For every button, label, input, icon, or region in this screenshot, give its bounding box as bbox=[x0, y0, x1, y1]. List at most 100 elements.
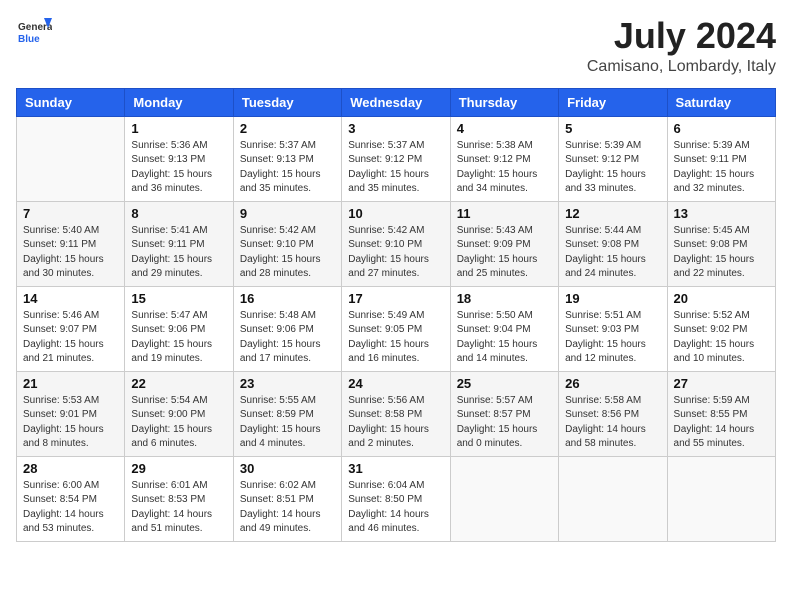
day-number: 8 bbox=[131, 206, 226, 221]
day-number: 19 bbox=[565, 291, 660, 306]
svg-text:Blue: Blue bbox=[18, 34, 40, 45]
day-number: 17 bbox=[348, 291, 443, 306]
day-number: 11 bbox=[457, 206, 552, 221]
weekday-header-sunday: Sunday bbox=[17, 88, 125, 116]
day-cell: 20 Sunrise: 5:52 AM Sunset: 9:02 PM Dayli… bbox=[667, 286, 775, 371]
week-row-3: 14Sunrise: 5:46 AM Sunset: 9:07 PM Dayli… bbox=[17, 286, 776, 371]
day-cell: 1Sunrise: 5:36 AM Sunset: 9:13 PM Daylig… bbox=[125, 116, 233, 201]
day-cell: 25Sunrise: 5:57 AM Sunset: 8:57 PM Dayli… bbox=[450, 371, 558, 456]
day-number: 7 bbox=[23, 206, 118, 221]
logo-container: General Blue bbox=[16, 16, 52, 52]
weekday-header-wednesday: Wednesday bbox=[342, 88, 450, 116]
day-number: 2 bbox=[240, 121, 335, 136]
day-info: Sunrise: 6:02 AM Sunset: 8:51 PM Dayligh… bbox=[240, 479, 335, 537]
weekday-header-tuesday: Tuesday bbox=[233, 88, 341, 116]
day-info: Sunrise: 5:57 AM Sunset: 8:57 PM Dayligh… bbox=[457, 394, 552, 452]
day-cell: 15 Sunrise: 5:47 AM Sunset: 9:06 PM Dayli… bbox=[125, 286, 233, 371]
day-number: 29 bbox=[131, 461, 226, 476]
day-number: 6 bbox=[674, 121, 769, 136]
week-row-2: 7 Sunrise: 5:40 AM Sunset: 9:11 PM Daylig… bbox=[17, 201, 776, 286]
day-cell: 27 Sunrise: 5:59 AM Sunset: 8:55 PM Dayli… bbox=[667, 371, 775, 456]
day-cell: 11 Sunrise: 5:43 AM Sunset: 9:09 PM Dayli… bbox=[450, 201, 558, 286]
day-info: Sunrise: 6:00 AM Sunset: 8:54 PM Dayligh… bbox=[23, 479, 118, 537]
day-number: 18 bbox=[457, 291, 552, 306]
day-cell: 18 Sunrise: 5:50 AM Sunset: 9:04 PM Dayli… bbox=[450, 286, 558, 371]
day-number: 15 bbox=[131, 291, 226, 306]
day-number: 24 bbox=[348, 376, 443, 391]
day-info: Sunrise: 5:48 AM Sunset: 9:06 PM Dayligh… bbox=[240, 309, 335, 367]
day-number: 10 bbox=[348, 206, 443, 221]
day-cell: 12 Sunrise: 5:44 AM Sunset: 9:08 PM Dayli… bbox=[559, 201, 667, 286]
logo: General Blue bbox=[16, 16, 52, 52]
day-info: Sunrise: 5:47 AM Sunset: 9:06 PM Dayligh… bbox=[131, 309, 226, 367]
logo-icon: General Blue bbox=[16, 16, 52, 52]
day-cell: 14Sunrise: 5:46 AM Sunset: 9:07 PM Dayli… bbox=[17, 286, 125, 371]
day-info: Sunrise: 5:55 AM Sunset: 8:59 PM Dayligh… bbox=[240, 394, 335, 452]
weekday-header-monday: Monday bbox=[125, 88, 233, 116]
day-number: 28 bbox=[23, 461, 118, 476]
day-cell: 8 Sunrise: 5:41 AM Sunset: 9:11 PM Daylig… bbox=[125, 201, 233, 286]
day-cell: 21 Sunrise: 5:53 AM Sunset: 9:01 PM Dayli… bbox=[17, 371, 125, 456]
day-number: 13 bbox=[674, 206, 769, 221]
weekday-header-saturday: Saturday bbox=[667, 88, 775, 116]
week-row-4: 21 Sunrise: 5:53 AM Sunset: 9:01 PM Dayli… bbox=[17, 371, 776, 456]
day-info: Sunrise: 5:36 AM Sunset: 9:13 PM Dayligh… bbox=[131, 139, 226, 197]
day-info: Sunrise: 5:59 AM Sunset: 8:55 PM Dayligh… bbox=[674, 394, 769, 452]
day-info: Sunrise: 5:50 AM Sunset: 9:04 PM Dayligh… bbox=[457, 309, 552, 367]
day-cell: 2 Sunrise: 5:37 AM Sunset: 9:13 PM Daylig… bbox=[233, 116, 341, 201]
day-info: Sunrise: 5:46 AM Sunset: 9:07 PM Dayligh… bbox=[23, 309, 118, 367]
day-info: Sunrise: 6:01 AM Sunset: 8:53 PM Dayligh… bbox=[131, 479, 226, 537]
day-info: Sunrise: 5:42 AM Sunset: 9:10 PM Dayligh… bbox=[240, 224, 335, 282]
day-number: 22 bbox=[131, 376, 226, 391]
day-cell bbox=[559, 456, 667, 541]
day-cell: 19 Sunrise: 5:51 AM Sunset: 9:03 PM Dayli… bbox=[559, 286, 667, 371]
day-cell: 23 Sunrise: 5:55 AM Sunset: 8:59 PM Dayli… bbox=[233, 371, 341, 456]
weekday-header-thursday: Thursday bbox=[450, 88, 558, 116]
location-subtitle: Camisano, Lombardy, Italy bbox=[587, 58, 776, 76]
day-info: Sunrise: 5:42 AM Sunset: 9:10 PM Dayligh… bbox=[348, 224, 443, 282]
day-number: 12 bbox=[565, 206, 660, 221]
day-cell: 6 Sunrise: 5:39 AM Sunset: 9:11 PM Daylig… bbox=[667, 116, 775, 201]
day-info: Sunrise: 5:41 AM Sunset: 9:11 PM Dayligh… bbox=[131, 224, 226, 282]
day-info: Sunrise: 5:52 AM Sunset: 9:02 PM Dayligh… bbox=[674, 309, 769, 367]
day-info: Sunrise: 6:04 AM Sunset: 8:50 PM Dayligh… bbox=[348, 479, 443, 537]
calendar-table: SundayMondayTuesdayWednesdayThursdayFrid… bbox=[16, 88, 776, 542]
day-info: Sunrise: 5:37 AM Sunset: 9:13 PM Dayligh… bbox=[240, 139, 335, 197]
day-info: Sunrise: 5:53 AM Sunset: 9:01 PM Dayligh… bbox=[23, 394, 118, 452]
day-info: Sunrise: 5:39 AM Sunset: 9:11 PM Dayligh… bbox=[674, 139, 769, 197]
day-info: Sunrise: 5:45 AM Sunset: 9:08 PM Dayligh… bbox=[674, 224, 769, 282]
day-cell: 28 Sunrise: 6:00 AM Sunset: 8:54 PM Dayli… bbox=[17, 456, 125, 541]
day-info: Sunrise: 5:43 AM Sunset: 9:09 PM Dayligh… bbox=[457, 224, 552, 282]
day-cell: 22Sunrise: 5:54 AM Sunset: 9:00 PM Dayli… bbox=[125, 371, 233, 456]
day-info: Sunrise: 5:39 AM Sunset: 9:12 PM Dayligh… bbox=[565, 139, 660, 197]
day-cell: 24 Sunrise: 5:56 AM Sunset: 8:58 PM Dayli… bbox=[342, 371, 450, 456]
day-cell bbox=[17, 116, 125, 201]
day-info: Sunrise: 5:49 AM Sunset: 9:05 PM Dayligh… bbox=[348, 309, 443, 367]
day-number: 20 bbox=[674, 291, 769, 306]
day-cell: 5 Sunrise: 5:39 AM Sunset: 9:12 PM Daylig… bbox=[559, 116, 667, 201]
day-info: Sunrise: 5:56 AM Sunset: 8:58 PM Dayligh… bbox=[348, 394, 443, 452]
day-cell: 4Sunrise: 5:38 AM Sunset: 9:12 PM Daylig… bbox=[450, 116, 558, 201]
day-info: Sunrise: 5:37 AM Sunset: 9:12 PM Dayligh… bbox=[348, 139, 443, 197]
day-info: Sunrise: 5:40 AM Sunset: 9:11 PM Dayligh… bbox=[23, 224, 118, 282]
page-header: General Blue July 2024 Camisano, Lombard… bbox=[16, 16, 776, 76]
day-info: Sunrise: 5:44 AM Sunset: 9:08 PM Dayligh… bbox=[565, 224, 660, 282]
day-number: 27 bbox=[674, 376, 769, 391]
title-block: July 2024 Camisano, Lombardy, Italy bbox=[587, 16, 776, 76]
day-cell: 3Sunrise: 5:37 AM Sunset: 9:12 PM Daylig… bbox=[342, 116, 450, 201]
day-number: 4 bbox=[457, 121, 552, 136]
day-number: 21 bbox=[23, 376, 118, 391]
day-cell: 16Sunrise: 5:48 AM Sunset: 9:06 PM Dayli… bbox=[233, 286, 341, 371]
day-cell: 13 Sunrise: 5:45 AM Sunset: 9:08 PM Dayli… bbox=[667, 201, 775, 286]
day-cell: 31Sunrise: 6:04 AM Sunset: 8:50 PM Dayli… bbox=[342, 456, 450, 541]
day-number: 30 bbox=[240, 461, 335, 476]
day-cell: 17 Sunrise: 5:49 AM Sunset: 9:05 PM Dayli… bbox=[342, 286, 450, 371]
day-cell: 30 Sunrise: 6:02 AM Sunset: 8:51 PM Dayli… bbox=[233, 456, 341, 541]
day-cell bbox=[667, 456, 775, 541]
week-row-1: 1Sunrise: 5:36 AM Sunset: 9:13 PM Daylig… bbox=[17, 116, 776, 201]
day-number: 23 bbox=[240, 376, 335, 391]
day-number: 26 bbox=[565, 376, 660, 391]
weekday-header-friday: Friday bbox=[559, 88, 667, 116]
day-info: Sunrise: 5:51 AM Sunset: 9:03 PM Dayligh… bbox=[565, 309, 660, 367]
day-number: 5 bbox=[565, 121, 660, 136]
